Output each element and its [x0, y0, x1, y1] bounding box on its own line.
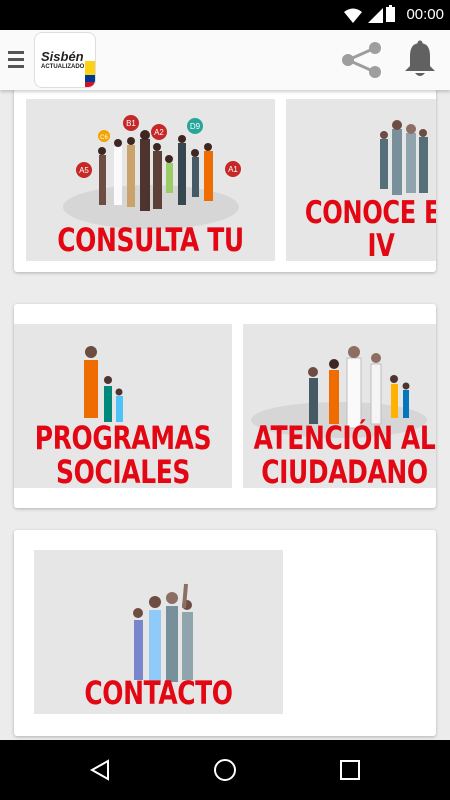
tile-atencion-label: ATENCIÓN AL CIUDADANO [243, 419, 436, 488]
main-content: A5 C6 B1 A2 D9 A1 CONSULTA TU GRUPO CONOCE ES… [0, 90, 450, 740]
tile-contacto-label: CONTACTO [84, 674, 233, 712]
app-logo: Sisbén ACTUALIZADO [34, 32, 96, 88]
status-time: 00:00 [406, 6, 444, 23]
tile-contacto[interactable]: CONTACTO [34, 550, 283, 714]
tile-atencion-line2: CIUDADANO [261, 452, 428, 488]
group-badge-label: A2 [154, 128, 164, 137]
group-badge-label: A5 [79, 166, 89, 175]
tile-programas-line1: PROGRAMAS [34, 419, 212, 457]
tile-conoce-line1: CONOCE ES [304, 195, 436, 231]
tile-atencion-line1: ATENCIÓN AL [253, 419, 436, 457]
recents-icon[interactable] [338, 758, 362, 782]
navigation-bar [0, 740, 450, 800]
tile-programas-sociales[interactable]: PROGRAMAS SOCIALES [14, 324, 232, 488]
tile-programas-label: PROGRAMAS SOCIALES [22, 419, 223, 488]
menu-icon[interactable] [8, 51, 24, 69]
tile-consulta-tu-grupo[interactable]: A5 C6 B1 A2 D9 A1 CONSULTA TU GRUPO [26, 99, 275, 261]
card-programas-atencion: PROGRAMAS SOCIALES ATENCIÓN AL CIUDADANO [14, 304, 436, 508]
wifi-icon [344, 8, 362, 23]
share-icon[interactable] [339, 40, 383, 80]
battery-icon [386, 5, 395, 22]
tile-programas-line2: SOCIALES [56, 452, 190, 488]
card-contacto: CONTACTO [14, 530, 436, 736]
group-badge-label: A1 [228, 165, 238, 174]
tile-conoce-es[interactable]: CONOCE ES IV [286, 99, 436, 261]
group-badge-label: B1 [126, 119, 136, 128]
logo-subtext: ACTUALIZADO [41, 64, 85, 70]
status-bar: 00:00 [0, 0, 450, 30]
group-badge-label: D9 [190, 122, 201, 131]
colombia-flag-icon [85, 61, 95, 87]
logo-text: Sisbén [41, 49, 84, 64]
tile-atencion-ciudadano[interactable]: ATENCIÓN AL CIUDADANO [243, 324, 436, 488]
tile-conoce-line2: IV [367, 227, 395, 261]
bell-icon[interactable] [402, 40, 438, 80]
group-badge-label: C6 [100, 135, 108, 141]
signal-icon [368, 8, 383, 23]
card-consulta: A5 C6 B1 A2 D9 A1 CONSULTA TU GRUPO CONOCE ES… [14, 90, 436, 272]
back-icon[interactable] [88, 758, 112, 782]
home-icon[interactable] [213, 758, 237, 782]
app-bar: Sisbén ACTUALIZADO [0, 30, 450, 90]
tile-consulta-label: CONSULTA TU GRUPO [57, 221, 244, 261]
tile-conoce-label: CONOCE ES IV [299, 197, 436, 261]
